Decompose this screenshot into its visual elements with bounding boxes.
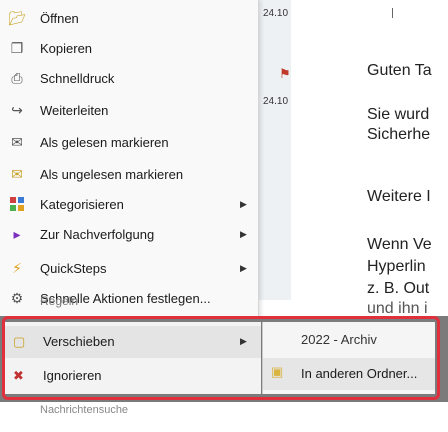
open-icon: 📂︎ <box>8 9 26 26</box>
message-date: 24.10 <box>263 96 289 107</box>
mark-read-icon: ✉ <box>11 133 23 150</box>
menu-item-label: Kategorisieren <box>40 196 124 212</box>
menu-item-categorize[interactable]: Kategorisieren ▶ <box>0 189 258 219</box>
quicksteps-icon: ⚡︎ <box>12 259 22 276</box>
menu-item-quick-print[interactable]: ⎙ Schnelldruck <box>0 63 258 93</box>
quick-actions-icon: ⚙ <box>10 289 24 306</box>
menu-item-rules-partial[interactable]: Regeln <box>40 294 78 308</box>
message-date: 24.10 <box>263 8 289 19</box>
highlight-outline <box>2 316 440 400</box>
email-body-line: Hyperlin <box>367 258 426 275</box>
menu-item-label: QuickSteps <box>40 260 107 276</box>
menu-item-partial[interactable]: Nachrichtensuche <box>40 404 128 416</box>
menu-item-quick-actions[interactable]: ⚙ Schnelle Aktionen festlegen... <box>0 283 258 313</box>
menu-item-open[interactable]: 📂︎ Öffnen <box>0 3 258 33</box>
menu-item-label: Schnelldruck <box>40 70 115 86</box>
menu-item-label: Kopieren <box>40 40 93 56</box>
email-body-line: Sicherhe <box>367 126 431 143</box>
menu-item-label: Zur Nachverfolgung <box>40 226 155 242</box>
email-body-line: Guten Ta <box>367 62 432 79</box>
submenu-arrow-icon: ▶ <box>240 262 247 273</box>
email-body-line: z. B. Out <box>367 280 430 297</box>
copy-icon: ❐ <box>10 39 24 56</box>
email-body-line: Sie wurd <box>367 106 430 123</box>
follow-up-flag-icon[interactable]: ⚑ <box>279 66 291 82</box>
menu-item-mark-unread[interactable]: ✉ Als ungelesen markieren <box>0 159 258 189</box>
mark-unread-icon: ✉ <box>11 165 23 182</box>
scroll-tick <box>392 8 393 18</box>
submenu-arrow-icon: ▶ <box>240 198 247 209</box>
quick-print-icon: ⎙ <box>11 69 23 86</box>
follow-up-flag-icon: ▸ <box>13 225 21 242</box>
menu-item-label: Als ungelesen markieren <box>40 166 184 182</box>
categorize-icon <box>8 195 26 213</box>
menu-item-follow-up[interactable]: ▸ Zur Nachverfolgung ▶ <box>0 219 258 249</box>
menu-item-quicksteps[interactable]: ⚡︎ QuickSteps ▶ <box>0 253 258 283</box>
message-list-strip: 24.10 ⚑ 24.10 <box>256 0 291 300</box>
submenu-arrow-icon: ▶ <box>240 228 247 239</box>
menu-item-mark-read[interactable]: ✉ Als gelesen markieren <box>0 127 258 157</box>
forward-icon: ↪ <box>11 101 23 118</box>
email-body-line: Weitere I <box>367 188 431 205</box>
menu-item-copy[interactable]: ❐ Kopieren <box>0 33 258 63</box>
menu-item-label: Als gelesen markieren <box>40 134 169 150</box>
menu-item-label: Öffnen <box>40 10 79 26</box>
menu-item-label: Weiterleiten <box>40 102 109 118</box>
email-body-line: Wenn Ve <box>367 236 432 253</box>
menu-item-forward[interactable]: ↪ Weiterleiten <box>0 95 258 125</box>
